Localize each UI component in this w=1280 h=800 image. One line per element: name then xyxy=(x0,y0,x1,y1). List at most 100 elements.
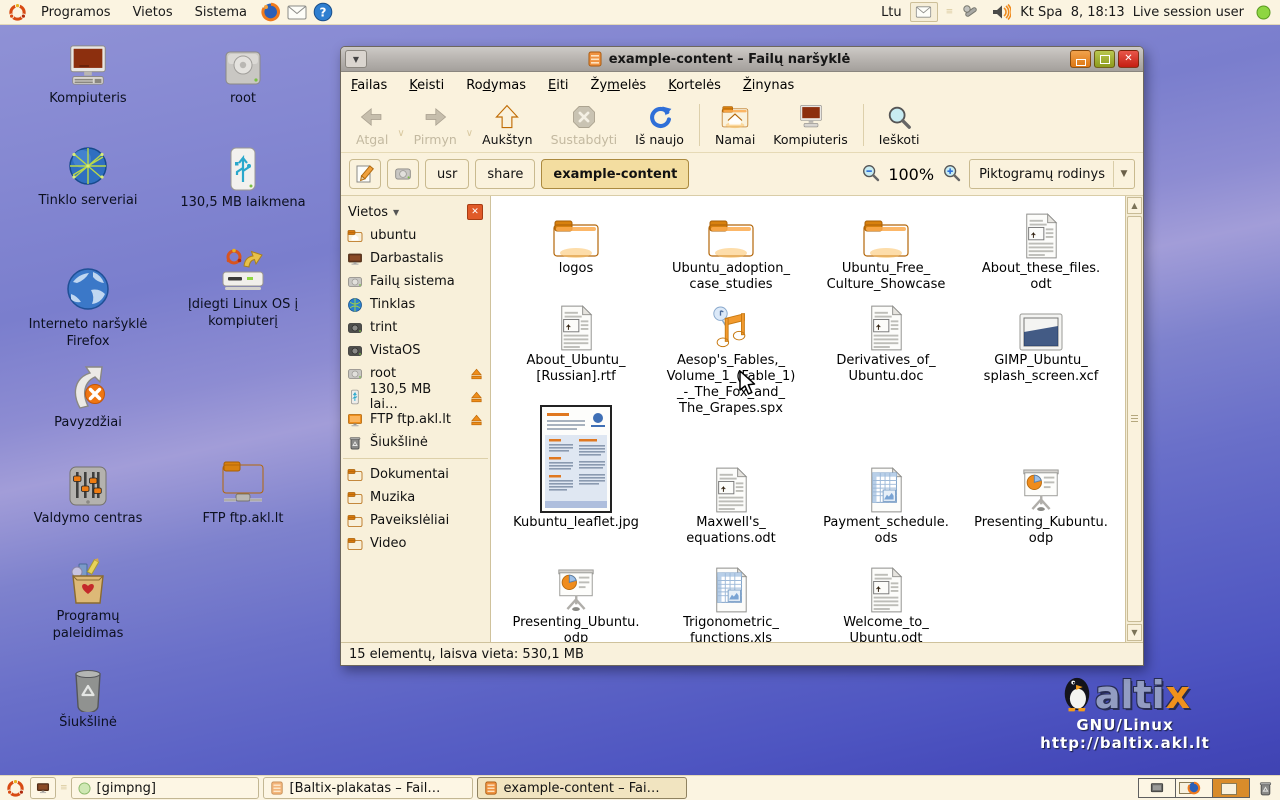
menu-view[interactable]: Rodymas xyxy=(466,78,526,93)
sidebar-item-network[interactable]: Tinklas xyxy=(341,293,490,316)
edit-location-button[interactable] xyxy=(349,159,381,189)
minimize-button[interactable] xyxy=(1070,50,1091,68)
sidebar-item-documents[interactable]: Dokumentai xyxy=(341,463,490,486)
desktop-icon-root-volume[interactable]: root xyxy=(163,48,323,108)
close-button[interactable]: ✕ xyxy=(1118,50,1139,68)
help-launcher-icon[interactable]: ? xyxy=(312,1,334,23)
volume-icon[interactable] xyxy=(990,1,1012,23)
desktop-icon-network-servers[interactable]: Tinklo serveriai xyxy=(8,142,168,210)
menu-go[interactable]: Eiti xyxy=(548,78,569,93)
zoom-in-button[interactable] xyxy=(942,163,961,186)
distro-logo-icon[interactable] xyxy=(6,1,28,23)
sidebar-item-trash[interactable]: Šiukšlinė xyxy=(341,431,490,454)
forward-dropdown-chevron[interactable]: ∨ xyxy=(466,128,473,139)
menu-tabs[interactable]: Kortelės xyxy=(668,78,721,93)
sidebar-pane-selector[interactable]: Vietos xyxy=(348,205,388,220)
reload-button[interactable]: Iš naujo xyxy=(626,102,693,149)
menu-bookmarks[interactable]: Žymelės xyxy=(591,78,647,93)
file-item[interactable]: Welcome_to_ Ubuntu.odt xyxy=(811,565,961,642)
eject-icon[interactable] xyxy=(469,412,484,427)
back-dropdown-chevron[interactable]: ∨ xyxy=(397,128,404,139)
desktop-icon-control-center[interactable]: Valdymo centras xyxy=(8,464,168,528)
menu-file[interactable]: Failas xyxy=(351,78,387,93)
workspace-3-current[interactable] xyxy=(1213,779,1249,797)
stop-button[interactable]: Sustabdyti xyxy=(542,102,627,149)
file-item[interactable]: Kubuntu_leaflet.jpg xyxy=(501,403,651,531)
path-segment-share[interactable]: share xyxy=(475,159,535,189)
scrollbar-thumb[interactable] xyxy=(1127,216,1142,622)
sidebar-item-music[interactable]: Muzika xyxy=(341,486,490,509)
file-item[interactable]: About_these_files. odt xyxy=(966,211,1116,293)
file-item[interactable]: logos xyxy=(501,211,651,277)
file-item[interactable]: Presenting_Ubuntu. odp xyxy=(501,565,651,642)
root-segment-button[interactable] xyxy=(387,159,419,189)
task-button-gimp[interactable]: [gimpng] xyxy=(71,777,259,799)
path-segment-current[interactable]: example-content xyxy=(541,159,689,189)
tasklist-handle[interactable]: ≡ xyxy=(60,783,67,793)
presence-icon[interactable] xyxy=(1252,1,1274,23)
file-item[interactable]: GIMP_Ubuntu_ splash_screen.xcf xyxy=(966,303,1116,385)
scroll-down-icon[interactable]: ▼ xyxy=(1127,624,1142,641)
file-item[interactable]: Maxwell's_ equations.odt xyxy=(656,465,806,547)
file-item[interactable]: Payment_schedule. ods xyxy=(811,465,961,547)
menu-places[interactable]: Vietos xyxy=(124,0,182,24)
desktop-icon-firefox[interactable]: Interneto naršyklė Firefox xyxy=(8,264,168,351)
show-desktop-button[interactable] xyxy=(30,777,56,799)
back-button[interactable]: Atgal xyxy=(347,102,397,149)
sidebar-item-ftp[interactable]: FTP ftp.akl.lt xyxy=(341,408,490,431)
task-button-example-content[interactable]: example-content – Fai… xyxy=(477,777,687,799)
input-tool-icon[interactable] xyxy=(960,1,982,23)
sidebar-item-video[interactable]: Video xyxy=(341,532,490,555)
menu-edit[interactable]: Keisti xyxy=(409,78,444,93)
desktop-icon-usb-volume[interactable]: 130,5 MB laikmena xyxy=(163,146,323,212)
sidebar-close-icon[interactable]: ✕ xyxy=(467,204,483,220)
mail-tray-icon[interactable] xyxy=(910,2,938,22)
desktop-icon-ftp[interactable]: FTP ftp.akl.lt xyxy=(163,460,323,528)
up-button[interactable]: Aukštyn xyxy=(473,102,541,149)
clock[interactable]: Kt Spa 8, 18:13 xyxy=(1020,5,1125,20)
distro-logo-icon[interactable] xyxy=(4,777,26,799)
forward-button[interactable]: Pirmyn xyxy=(405,102,466,149)
desktop-icon-app-install[interactable]: Programų paleidimas xyxy=(8,558,168,643)
file-item[interactable]: Trigonometric_ functions.xls xyxy=(656,565,806,642)
eject-icon[interactable] xyxy=(469,389,484,404)
search-button[interactable]: Ieškoti xyxy=(870,102,929,149)
sidebar-item-desktop[interactable]: Darbastalis xyxy=(341,247,490,270)
vertical-scrollbar[interactable]: ▲ ▼ xyxy=(1125,196,1143,642)
file-item[interactable]: Aesop's_Fables,_ Volume_1_(Fable_1) _-_T… xyxy=(656,303,806,416)
file-item[interactable]: Presenting_Kubuntu. odp xyxy=(966,465,1116,547)
mail-launcher-icon[interactable] xyxy=(286,1,308,23)
file-item[interactable]: Ubuntu_Free_ Culture_Showcase xyxy=(811,211,961,293)
zoom-out-button[interactable] xyxy=(861,163,880,186)
home-button[interactable]: Namai xyxy=(706,102,764,149)
desktop-icon-examples[interactable]: Pavyzdžiai xyxy=(8,364,168,432)
file-item[interactable]: Derivatives_of_ Ubuntu.doc xyxy=(811,303,961,385)
path-segment-usr[interactable]: usr xyxy=(425,159,469,189)
file-item[interactable]: Ubuntu_adoption_ case_studies xyxy=(656,211,806,293)
menu-system[interactable]: Sistema xyxy=(186,0,256,24)
desktop-icon-computer[interactable]: Kompiuteris xyxy=(8,44,168,108)
scroll-up-icon[interactable]: ▲ xyxy=(1127,197,1142,214)
sidebar-item-pictures[interactable]: Paveikslėliai xyxy=(341,509,490,532)
sidebar-item-home[interactable]: ubuntu xyxy=(341,224,490,247)
menu-applications[interactable]: Programos xyxy=(32,0,120,24)
user-switcher[interactable]: Live session user xyxy=(1133,5,1244,20)
desktop-icon-trash[interactable]: Šiukšlinė xyxy=(8,664,168,732)
file-list-view[interactable]: logos Ubuntu_adoption_ case_studies Ubun… xyxy=(491,196,1125,642)
maximize-button[interactable] xyxy=(1094,50,1115,68)
view-mode-select[interactable]: Piktogramų rodinys ▼ xyxy=(969,159,1135,189)
eject-icon[interactable] xyxy=(469,366,484,381)
sidebar-item-filesystem[interactable]: Failų sistema xyxy=(341,270,490,293)
window-menu-button[interactable]: ▼ xyxy=(345,50,367,68)
task-button-baltix-plakatas[interactable]: [Baltix-plakatas – Fail… xyxy=(263,777,473,799)
workspace-2[interactable] xyxy=(1176,779,1213,797)
trash-applet-icon[interactable] xyxy=(1254,777,1276,799)
sidebar-item-usb[interactable]: 130,5 MB lai… xyxy=(341,385,490,408)
window-titlebar[interactable]: ▼ example-content – Failų naršyklė ✕ xyxy=(341,47,1143,72)
menu-help[interactable]: Žinynas xyxy=(743,78,794,93)
file-item[interactable]: About_Ubuntu_ [Russian].rtf xyxy=(501,303,651,385)
workspace-1[interactable] xyxy=(1139,779,1176,797)
tray-handle[interactable]: ≡ xyxy=(946,7,953,17)
keyboard-indicator[interactable]: Ltu xyxy=(881,5,902,20)
desktop-icon-install-os[interactable]: Įdiegti Linux OS į kompiuterį xyxy=(163,246,323,331)
